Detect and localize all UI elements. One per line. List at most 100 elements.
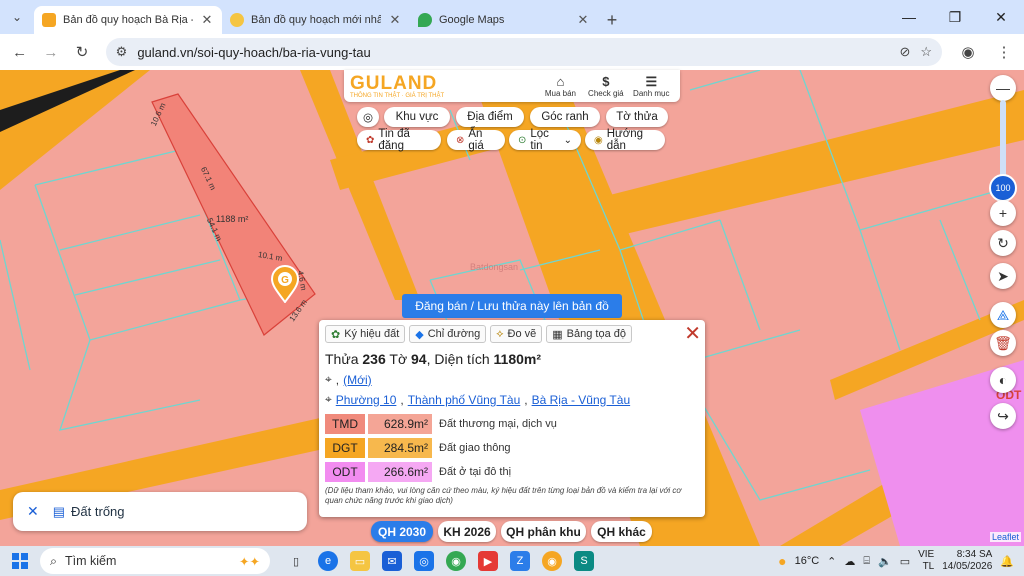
hide-price-button[interactable]: ⊗ Ẩn giá: [447, 128, 505, 152]
back-arrow-icon[interactable]: ←: [6, 38, 33, 66]
notification-icon[interactable]: 🔔: [1000, 555, 1014, 568]
post-parcel-button[interactable]: Đăng bán / Lưu thửa này lên bản đồ: [402, 294, 622, 318]
zoom-level-indicator[interactable]: 100: [989, 174, 1017, 202]
corner-filter-button[interactable]: Góc ranh: [530, 107, 600, 127]
sheet-parcel-button[interactable]: Tờ thửa: [606, 107, 668, 127]
parcel-area-label: 1188 m²: [216, 214, 249, 224]
lang-code: VIE: [918, 549, 935, 560]
address-separator: ,: [335, 372, 340, 387]
close-popup-icon[interactable]: ✕: [684, 324, 701, 344]
app-s-icon[interactable]: S: [574, 551, 594, 571]
bookmark-star-icon[interactable]: ☆: [920, 44, 932, 60]
province-link[interactable]: Bà Rịa - Vũng Tàu: [532, 393, 631, 407]
locate-me-button[interactable]: ◎: [357, 107, 379, 127]
city-link[interactable]: Thành phố Vũng Tàu: [408, 393, 521, 407]
vacant-land-label[interactable]: Đất trống: [71, 504, 124, 519]
directions-button[interactable]: ◆ Chỉ đường: [409, 325, 487, 343]
posted-listings-button[interactable]: ✿ Tin đã đăng: [357, 128, 441, 152]
zone-code: TMD: [325, 414, 365, 434]
weather-sun-icon[interactable]: ●: [778, 553, 786, 569]
app-store-icon[interactable]: ◎: [414, 551, 434, 571]
youtube-icon[interactable]: ▶: [478, 551, 498, 571]
parcel-number: 236: [362, 351, 386, 367]
chevron-up-icon[interactable]: ⌃: [827, 555, 836, 568]
file-explorer-icon[interactable]: ▭: [350, 551, 370, 571]
cloud-icon[interactable]: ☁: [844, 555, 855, 568]
forward-arrow-icon[interactable]: →: [37, 38, 64, 66]
old-address-row: ⌖ Phường 10, Thành phố Vũng Tàu, Bà Rịa - V…: [325, 392, 631, 407]
close-tab-icon[interactable]: ✕: [576, 12, 590, 28]
battery-icon[interactable]: ▭: [900, 555, 910, 568]
reload-icon[interactable]: ↻: [68, 38, 95, 66]
url-text[interactable]: guland.vn/soi-quy-hoach/ba-ria-vung-tau: [137, 45, 889, 60]
title-prefix: Thửa: [325, 351, 363, 367]
close-tab-icon[interactable]: ✕: [200, 12, 214, 28]
guland-logo[interactable]: GULAND THÔNG TIN THẬT · GIÁ TRỊ THẬT: [350, 74, 538, 99]
restore-icon[interactable]: ❐: [932, 0, 978, 34]
minimize-icon[interactable]: —: [886, 0, 932, 34]
navigate-button[interactable]: ➤: [990, 263, 1016, 289]
site-info-icon[interactable]: ⚙: [116, 44, 128, 60]
network-icon[interactable]: ⌸: [863, 555, 870, 568]
tab-quy-hoach-thu[interactable]: Bản đồ quy hoạch mới nhất Thủ ✕: [222, 6, 410, 34]
coordinates-table-label: Bảng tọa độ: [566, 328, 627, 340]
new-address-link[interactable]: (Mới): [343, 373, 372, 387]
refresh-map-button[interactable]: ↻: [990, 230, 1016, 256]
chrome-icon[interactable]: ◉: [446, 551, 466, 571]
tab-guland-ba-ria[interactable]: Bản đồ quy hoạch Bà Rịa - Vũng ✕: [34, 6, 222, 34]
measure-button[interactable]: ⟡ Đo vẽ: [490, 325, 543, 343]
ward-link[interactable]: Phường 10: [336, 393, 397, 407]
task-view-icon[interactable]: ▯: [286, 551, 306, 571]
guide-button[interactable]: ◉ Hướng dẫn: [585, 128, 665, 152]
area-filter-button[interactable]: Khu vực: [384, 107, 450, 127]
new-tab-button[interactable]: +: [598, 6, 626, 34]
mail-icon[interactable]: ✉: [382, 551, 402, 571]
edge-icon[interactable]: e: [318, 551, 338, 571]
zone-area: 266.6m²: [368, 462, 432, 482]
zoom-slider-track[interactable]: [1000, 100, 1006, 180]
plan-tab-2030[interactable]: QH 2030: [371, 521, 433, 542]
chevron-down-icon: ⌄: [563, 134, 572, 146]
zalo-icon[interactable]: Z: [510, 551, 530, 571]
zoom-in-button[interactable]: +: [990, 200, 1016, 226]
chrome-profile-icon[interactable]: ◉: [542, 551, 562, 571]
close-panel-icon[interactable]: ✕: [27, 503, 39, 520]
language-indicator[interactable]: VIE TL: [918, 549, 934, 573]
menu-kebab-icon[interactable]: ⋮: [990, 38, 1018, 66]
clock[interactable]: 8:34 SA 14/05/2026: [942, 549, 992, 573]
land-symbol-button[interactable]: ✿ Ký hiệu đất: [325, 325, 406, 343]
tab-google-maps[interactable]: Google Maps ✕: [410, 6, 598, 34]
location-pin-icon[interactable]: G: [270, 265, 300, 304]
windows-start-icon[interactable]: [0, 553, 40, 569]
plan-tab-zoning[interactable]: QH phân khu: [501, 521, 586, 542]
temperature[interactable]: 16°C: [795, 555, 820, 567]
buy-sell-button[interactable]: ⌂ Mua bán: [538, 74, 583, 98]
coordinates-table-button[interactable]: ▦ Bảng tọa độ: [546, 325, 633, 343]
filter-listings-button[interactable]: ⊙ Lọc tin ⌄: [509, 128, 581, 152]
tab-search-chevron-icon[interactable]: ⌄: [0, 0, 34, 34]
delete-button[interactable]: 🗑: [990, 330, 1016, 356]
close-tab-icon[interactable]: ✕: [388, 12, 402, 28]
taskbar-search[interactable]: ⌕ Tìm kiếm ✦✦: [40, 548, 270, 574]
zoom-out-button[interactable]: —: [990, 75, 1016, 101]
draw-tool-button[interactable]: ⟁: [990, 302, 1016, 328]
tab-strip: ⌄ Bản đồ quy hoạch Bà Rịa - Vũng ✕ Bản đ…: [0, 0, 1024, 34]
profile-icon[interactable]: ◉: [954, 38, 982, 66]
menu-button[interactable]: ☰ Danh mục: [629, 74, 674, 98]
check-price-button[interactable]: $ Check giá: [583, 74, 628, 98]
plan-tab-other[interactable]: QH khác: [591, 521, 652, 542]
crosshair-icon: ◎: [362, 112, 374, 124]
address-bar[interactable]: ⚙ guland.vn/soi-quy-hoach/ba-ria-vung-ta…: [105, 38, 943, 66]
close-window-icon[interactable]: ✕: [978, 0, 1024, 34]
layers-button[interactable]: ◐: [990, 367, 1016, 393]
search-icon: ⌕: [50, 553, 58, 568]
share-button[interactable]: ↪: [990, 403, 1016, 429]
volume-icon[interactable]: 🔈: [878, 555, 892, 568]
draw-nodes-icon: ⟁: [996, 306, 1010, 323]
map-pin-icon: ⌖: [325, 392, 332, 406]
leaflet-attribution[interactable]: Leaflet: [990, 532, 1022, 542]
sheet-prefix: Tờ: [385, 351, 412, 367]
location-blocked-icon[interactable]: ⊘: [899, 44, 910, 60]
plan-tab-kh2026[interactable]: KH 2026: [438, 521, 496, 542]
location-filter-button[interactable]: Địa điểm: [456, 107, 524, 127]
